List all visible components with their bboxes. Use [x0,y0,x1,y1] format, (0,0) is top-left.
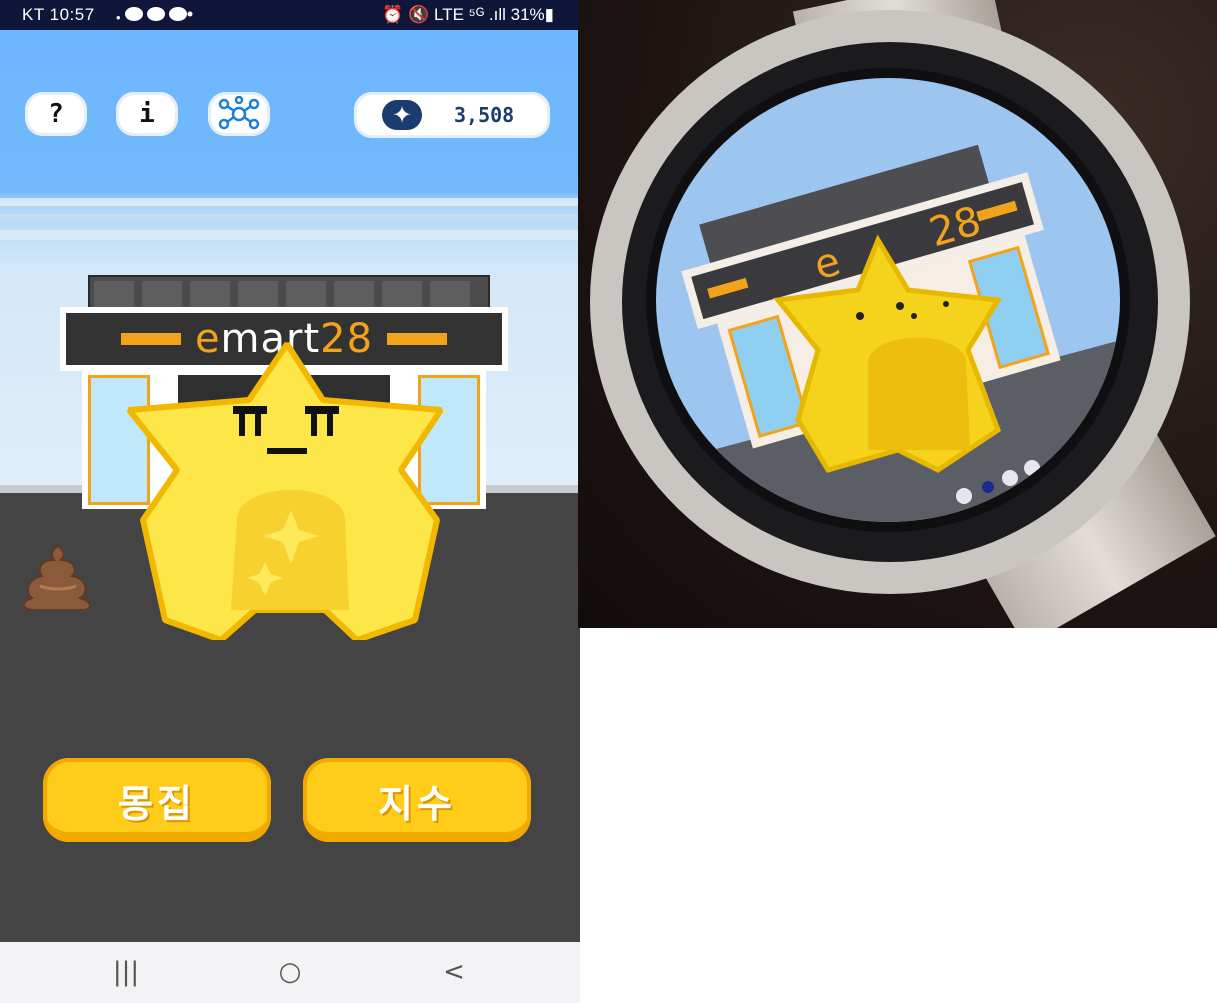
recent-apps-icon: ||| [112,957,140,987]
notification-bubbles-icon [125,7,193,21]
status-right: ⏰ 🔇 LTE ⁵ᴳ .ıll 31%▮ [382,5,554,24]
currency-amount: 3,508 [454,103,515,127]
star-character[interactable] [125,340,455,640]
status-indicator-text: • [116,10,125,25]
phone-screenshot: KT 10:57 • ⏰ 🔇 LTE ⁵ᴳ .ıll 31%▮ ? i ✦ 3,… [0,0,580,1003]
info-icon: i [139,99,155,129]
status-time: KT 10:57 [22,5,95,24]
home-icon: ○ [278,957,302,987]
currency-display[interactable]: ✦ 3,508 [354,92,550,138]
cloud-band [0,198,580,240]
watch-face: e 28 [590,10,1190,594]
back-icon: < [443,957,465,987]
help-button[interactable]: ? [25,92,87,136]
status-bar: KT 10:57 • ⏰ 🔇 LTE ⁵ᴳ .ıll 31%▮ [0,0,580,30]
notification-icons: • [116,6,194,25]
network-icon [218,96,260,130]
collect-label: 몽집 [118,781,196,826]
recent-apps-button[interactable]: ||| [96,952,156,992]
index-label: 지수 [378,781,456,826]
help-icon: ? [48,99,64,129]
poop-icon[interactable] [20,544,96,610]
smartwatch-photo: e 28 [578,0,1217,628]
collect-button[interactable]: 몽집 [43,758,271,842]
android-nav-bar: ||| ○ < [0,942,580,1003]
info-button[interactable]: i [116,92,178,136]
sparkle-coin-icon: ✦ [382,100,422,130]
index-button[interactable]: 지수 [303,758,531,842]
network-button[interactable] [208,92,270,136]
back-button[interactable]: < [424,952,484,992]
home-button[interactable]: ○ [260,952,320,992]
